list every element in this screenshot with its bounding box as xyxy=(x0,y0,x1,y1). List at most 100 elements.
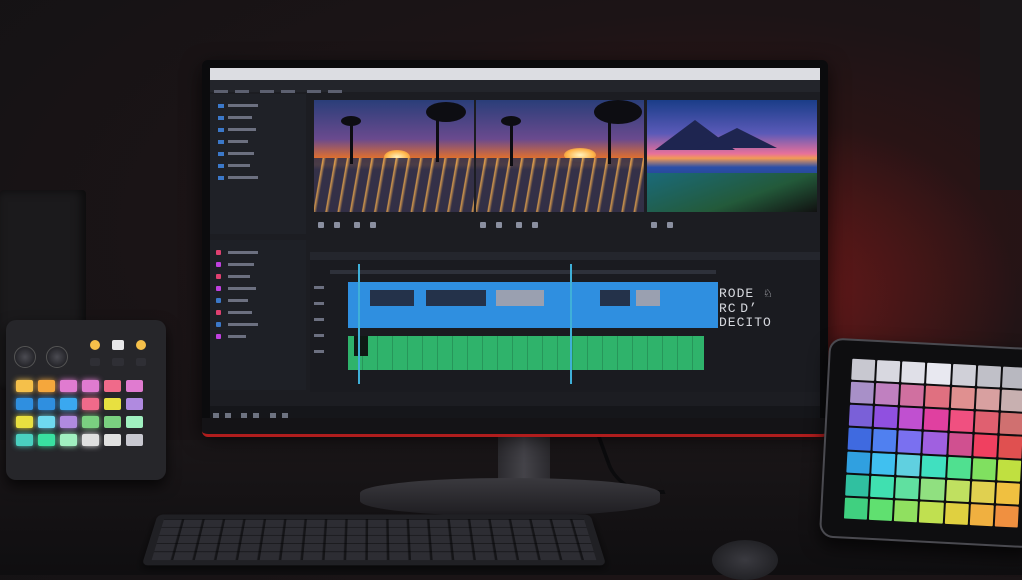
color-swatch[interactable] xyxy=(920,478,945,501)
program-viewer[interactable] xyxy=(476,100,644,212)
color-swatch[interactable] xyxy=(870,475,895,498)
color-swatch[interactable] xyxy=(919,501,944,524)
color-swatch[interactable] xyxy=(846,451,871,474)
button[interactable] xyxy=(136,358,146,366)
color-swatch[interactable] xyxy=(921,455,946,478)
color-swatch[interactable] xyxy=(872,429,897,452)
color-swatch[interactable] xyxy=(947,433,973,456)
drum-pad[interactable] xyxy=(104,434,121,446)
menu-item[interactable] xyxy=(306,90,321,93)
led-button[interactable] xyxy=(112,340,124,350)
list-item[interactable] xyxy=(228,251,258,254)
color-swatch[interactable] xyxy=(1000,389,1022,413)
color-swatch[interactable] xyxy=(969,503,994,527)
color-swatch[interactable] xyxy=(871,452,896,475)
video-clip[interactable] xyxy=(348,322,718,328)
drum-pad[interactable] xyxy=(16,434,33,446)
color-swatch[interactable] xyxy=(847,428,872,451)
taskbar-icon[interactable] xyxy=(269,413,276,418)
step-icon[interactable] xyxy=(496,222,502,228)
list-item[interactable] xyxy=(228,263,254,266)
color-swatch[interactable] xyxy=(922,431,948,455)
list-item[interactable] xyxy=(228,152,254,155)
loop-icon[interactable] xyxy=(516,222,523,228)
settings-icon[interactable] xyxy=(532,222,539,228)
button[interactable] xyxy=(112,358,124,366)
color-swatch[interactable] xyxy=(976,365,1001,388)
color-swatch[interactable] xyxy=(894,499,919,523)
play-icon[interactable] xyxy=(480,222,486,228)
drum-pad[interactable] xyxy=(38,398,55,410)
clip-thumbnail[interactable] xyxy=(636,290,660,306)
color-swatch[interactable] xyxy=(924,408,949,432)
color-swatch[interactable] xyxy=(873,406,899,429)
color-swatch[interactable] xyxy=(973,434,998,457)
playhead[interactable] xyxy=(358,264,360,384)
drum-pad[interactable] xyxy=(38,380,55,392)
menu-item[interactable] xyxy=(260,90,275,93)
color-swatch[interactable] xyxy=(999,412,1022,436)
drum-pad[interactable] xyxy=(82,434,99,446)
color-swatch[interactable] xyxy=(949,410,974,433)
color-swatch[interactable] xyxy=(849,381,875,405)
step-icon[interactable] xyxy=(667,222,673,228)
color-swatch[interactable] xyxy=(994,505,1019,528)
color-swatch[interactable] xyxy=(876,360,901,383)
taskbar-icon[interactable] xyxy=(213,413,219,418)
taskbar-icon[interactable] xyxy=(281,413,288,418)
color-swatch[interactable] xyxy=(895,476,920,500)
color-swatch[interactable] xyxy=(897,430,922,453)
color-swatch[interactable] xyxy=(875,383,900,406)
color-swatch[interactable] xyxy=(995,482,1020,505)
color-swatch[interactable] xyxy=(898,407,924,430)
drum-pad[interactable] xyxy=(38,416,55,428)
list-item[interactable] xyxy=(228,299,248,302)
drum-pad[interactable] xyxy=(126,434,143,446)
list-item[interactable] xyxy=(228,275,250,278)
time-ruler[interactable] xyxy=(330,270,716,274)
menu-item[interactable] xyxy=(214,90,228,93)
drum-pad[interactable] xyxy=(60,380,77,392)
drum-pad[interactable] xyxy=(16,398,33,410)
color-swatch[interactable] xyxy=(971,457,997,481)
rotary-knob[interactable] xyxy=(46,346,68,368)
color-swatch[interactable] xyxy=(950,387,975,410)
source-viewer[interactable] xyxy=(314,100,474,212)
list-item[interactable] xyxy=(228,176,258,179)
taskbar-icon[interactable] xyxy=(241,413,248,418)
clip-thumbnail[interactable] xyxy=(496,290,544,306)
rotary-knob[interactable] xyxy=(14,346,36,368)
drum-pad[interactable] xyxy=(126,380,143,392)
drum-pad[interactable] xyxy=(38,434,55,446)
list-item[interactable] xyxy=(228,116,252,119)
color-swatch-grid[interactable] xyxy=(843,358,1022,528)
audio-track[interactable] xyxy=(348,336,704,370)
led-button[interactable] xyxy=(136,340,146,350)
color-swatch[interactable] xyxy=(843,497,869,520)
color-swatch[interactable] xyxy=(845,474,870,497)
drum-pad[interactable] xyxy=(126,416,143,428)
keyboard-keys[interactable] xyxy=(151,519,597,561)
list-item[interactable] xyxy=(228,287,256,290)
color-swatch[interactable] xyxy=(944,502,969,525)
color-swatch[interactable] xyxy=(975,388,1000,411)
drum-pad[interactable] xyxy=(16,380,33,392)
mark-out-icon[interactable] xyxy=(370,222,377,228)
taskbar-icon[interactable] xyxy=(253,413,260,418)
menu-item[interactable] xyxy=(281,90,296,93)
drum-pad[interactable] xyxy=(126,398,143,410)
list-item[interactable] xyxy=(228,104,258,107)
color-swatch[interactable] xyxy=(926,362,951,385)
color-swatch[interactable] xyxy=(951,363,976,387)
drum-pad[interactable] xyxy=(16,416,33,428)
drum-pad[interactable] xyxy=(104,380,121,392)
drum-pad[interactable] xyxy=(60,416,77,428)
drum-pad[interactable] xyxy=(60,434,77,446)
led-button[interactable] xyxy=(90,340,100,350)
play-icon[interactable] xyxy=(318,222,324,228)
list-item[interactable] xyxy=(228,335,246,338)
playhead-marker[interactable] xyxy=(570,264,572,384)
reference-viewer[interactable] xyxy=(647,100,817,212)
color-swatch[interactable] xyxy=(970,480,995,504)
menu-item[interactable] xyxy=(235,90,249,93)
